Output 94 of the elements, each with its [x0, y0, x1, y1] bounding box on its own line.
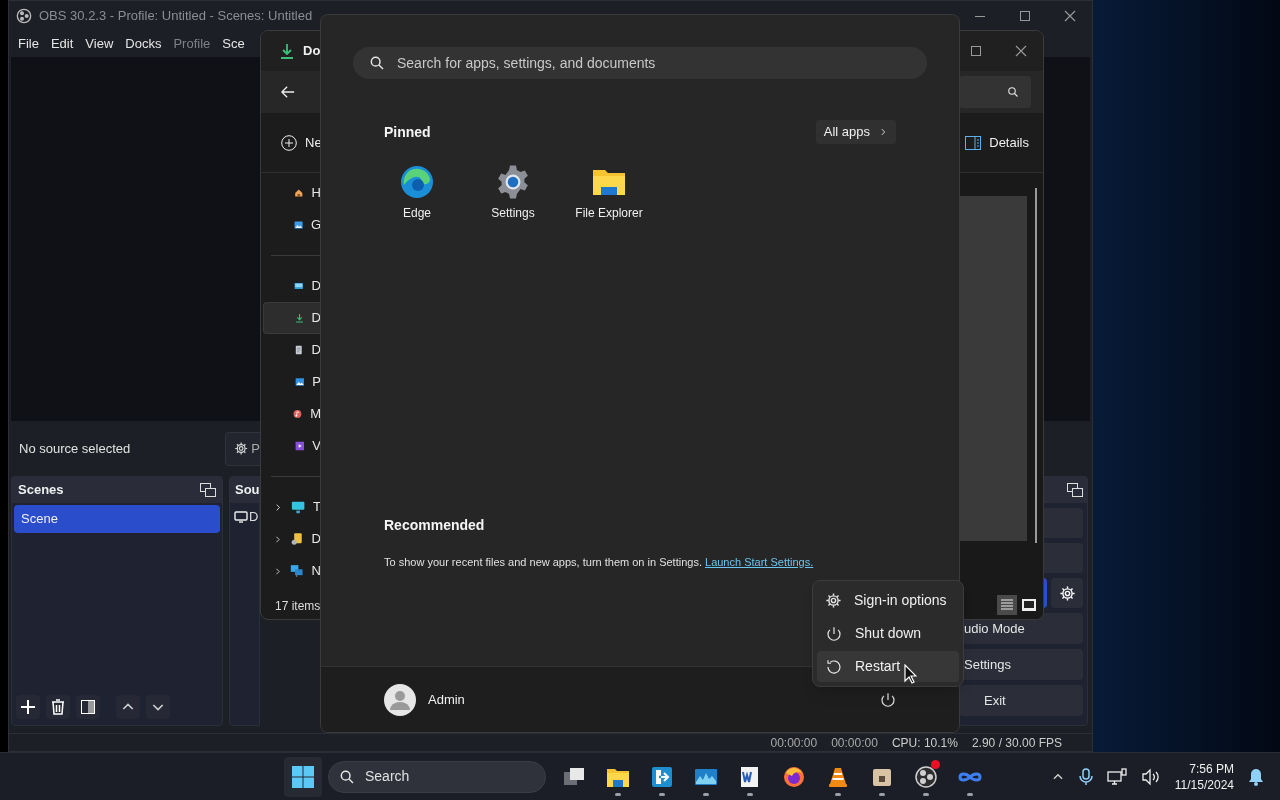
back-icon[interactable]	[281, 85, 295, 99]
tile-icon	[1022, 599, 1036, 611]
pinned-app[interactable]: Settings	[465, 164, 561, 222]
cpu-usage: CPU: 10.1%	[891, 734, 958, 752]
firefox-icon[interactable]	[782, 764, 806, 789]
volume-icon[interactable]	[1140, 767, 1161, 786]
close-icon	[1063, 10, 1076, 22]
fps-reading: 2.90 / 30.00 FPS	[971, 734, 1062, 752]
network-icon	[290, 563, 304, 579]
nav-item[interactable]: V	[263, 430, 321, 462]
menu-item[interactable]: Docks	[125, 34, 162, 54]
windows-icon	[291, 764, 315, 789]
trash-icon	[51, 699, 65, 715]
scene-item[interactable]: Scene	[14, 505, 220, 533]
power-icon	[879, 690, 897, 709]
settings-button[interactable]	[1051, 578, 1083, 608]
nav-item[interactable]: G	[263, 209, 321, 241]
taskbar-search-field[interactable]: Search	[328, 760, 546, 793]
pinned-app[interactable]: Edge	[369, 164, 465, 222]
filter-icon	[81, 700, 95, 714]
control-button[interactable]: Exit	[959, 685, 1083, 716]
gear-icon	[1058, 584, 1076, 602]
network-icon[interactable]	[1106, 767, 1127, 786]
notification-bell-icon[interactable]	[1248, 767, 1264, 786]
section-heading: Recommended	[384, 515, 486, 535]
details-button[interactable]: Details	[965, 132, 1029, 153]
menu-item[interactable]: Edit	[50, 34, 74, 54]
window-title: OBS 30.2.3 - Profile: Untitled - Scenes: Untitled	[39, 7, 313, 26]
gear-icon	[825, 592, 842, 609]
recommended-message: To show your recent files and new apps, turn them on in Settings. Launch Start Settings.	[384, 554, 815, 570]
delete-button[interactable]	[46, 695, 70, 719]
nav-item[interactable]: P	[263, 366, 321, 398]
section-heading: Pinned	[384, 122, 431, 142]
details-pane-icon	[965, 135, 982, 150]
power-menu-item[interactable]: Sign-in options	[817, 585, 959, 616]
add-button[interactable]	[16, 695, 40, 719]
plus-icon	[281, 134, 297, 151]
list-icon	[1000, 599, 1014, 611]
power-icon	[825, 624, 843, 643]
source-status: No source selected	[19, 439, 132, 458]
gear-icon	[234, 441, 249, 456]
start-search-field[interactable]: Search for apps, settings, and documents	[353, 47, 927, 79]
menu-item[interactable]: File	[18, 34, 39, 54]
monitor-icon	[290, 499, 306, 515]
search-icon	[1007, 86, 1019, 98]
arrow-app-icon[interactable]	[650, 764, 674, 789]
nav-item[interactable]: H	[263, 177, 321, 209]
undock-icon[interactable]	[200, 483, 216, 497]
search-field[interactable]	[959, 76, 1031, 108]
start-button[interactable]	[284, 756, 322, 797]
dock-title: Scenes	[18, 481, 64, 500]
menu-item[interactable]: Sce	[222, 34, 245, 54]
filter-button[interactable]	[76, 695, 100, 719]
move-down-button[interactable]	[146, 695, 170, 719]
settings-icon	[495, 164, 531, 200]
restart-icon	[825, 657, 843, 676]
move-up-button[interactable]	[116, 695, 140, 719]
search-icon	[339, 768, 355, 785]
drive-icon	[290, 531, 304, 547]
power-menu-item[interactable]: Shut down	[817, 618, 959, 649]
plus-icon	[20, 699, 36, 715]
mouse-cursor-icon	[904, 664, 917, 684]
nav-item[interactable]: N	[263, 555, 321, 587]
all-apps-button[interactable]: All apps	[815, 120, 896, 144]
record-time: 00:00:00	[831, 734, 878, 752]
download-icon	[279, 43, 295, 59]
stream-time: 00:00:00	[770, 734, 818, 752]
obs-icon[interactable]	[914, 764, 938, 789]
edge-icon	[400, 165, 434, 199]
pinned-app[interactable]: File Explorer	[561, 164, 657, 222]
monitor-icon	[234, 511, 248, 523]
settings-link[interactable]: Launch Start Settings.	[705, 555, 814, 568]
obs-logo-icon	[16, 8, 32, 24]
nav-item[interactable]: T	[263, 491, 321, 523]
source-item[interactable]: D	[230, 503, 259, 531]
chevron-icon	[878, 127, 888, 137]
dock-title: Sou	[235, 481, 260, 500]
nav-item[interactable]: D	[263, 270, 321, 302]
menu-item[interactable]: View	[85, 34, 114, 54]
close-icon	[1014, 45, 1027, 57]
search-icon	[369, 55, 385, 71]
power-menu-item[interactable]: Restart	[817, 651, 959, 682]
user-button[interactable]: Admin	[384, 683, 465, 716]
nav-item[interactable]: D	[263, 302, 321, 334]
nav-item[interactable]: D	[263, 523, 321, 555]
nav-item[interactable]: M	[263, 398, 321, 430]
clock[interactable]: 7:56 PM 11/15/2024	[1174, 760, 1234, 793]
nav-item[interactable]: D	[263, 334, 321, 366]
microphone-icon[interactable]	[1078, 767, 1093, 786]
properties-button[interactable]: P	[225, 431, 261, 466]
tab-title[interactable]: Do	[303, 41, 321, 61]
item-count: 17 items	[274, 598, 321, 615]
avatar-icon	[384, 683, 416, 716]
undock-icon[interactable]	[1067, 483, 1083, 497]
